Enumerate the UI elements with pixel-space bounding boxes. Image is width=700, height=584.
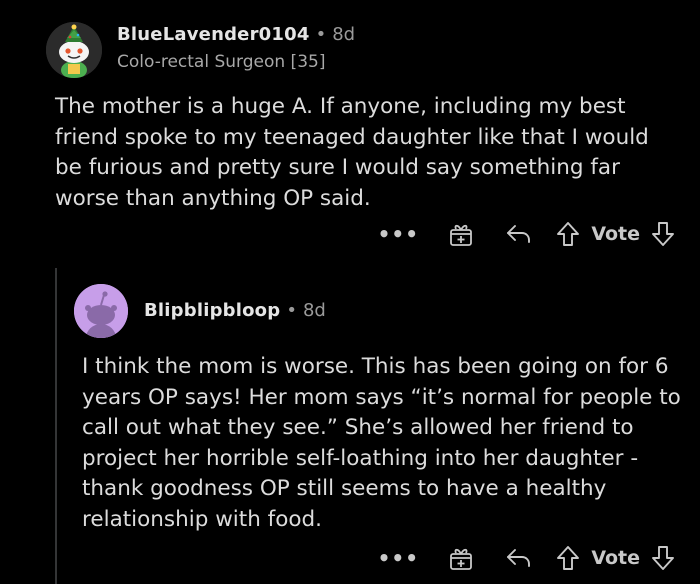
username[interactable]: BlueLavender0104 [117,24,310,45]
downvote-icon[interactable] [650,221,676,247]
thread-line[interactable] [55,268,57,584]
username[interactable]: Blipblipbloop [144,300,280,321]
comment-actions: ••• Vote [378,543,676,573]
reply-icon[interactable] [505,547,533,569]
reply-icon[interactable] [505,223,533,245]
comment-body: I think the mom is worse. This has been … [82,354,681,532]
more-options-icon[interactable]: ••• [378,222,418,246]
comment-thread: BlueLavender0104 • 8d Colo-rectal Surgeon … [0,0,700,584]
separator-dot: • [315,24,327,45]
comment-actions: ••• Vote [378,219,676,249]
upvote-icon[interactable] [555,221,581,247]
vote-count: Vote [591,547,640,569]
award-icon[interactable] [447,221,475,247]
comment-age: 8d [332,24,356,45]
comment-body: The mother is a huge A. If anyone, inclu… [55,94,649,211]
comment-meta: BlueLavender0104 • 8d [117,24,355,46]
user-avatar-icon[interactable] [74,284,128,338]
user-flair: Colo-rectal Surgeon [35] [117,52,326,72]
user-avatar-icon[interactable] [46,22,102,78]
separator-dot: • [286,300,297,321]
award-icon[interactable] [447,545,475,571]
vote-count: Vote [591,223,640,245]
more-options-icon[interactable]: ••• [378,546,418,570]
downvote-icon[interactable] [650,545,676,571]
upvote-icon[interactable] [555,545,581,571]
comment-meta: Blipblipbloop • 8d [144,300,326,322]
comment-age: 8d [302,300,326,321]
